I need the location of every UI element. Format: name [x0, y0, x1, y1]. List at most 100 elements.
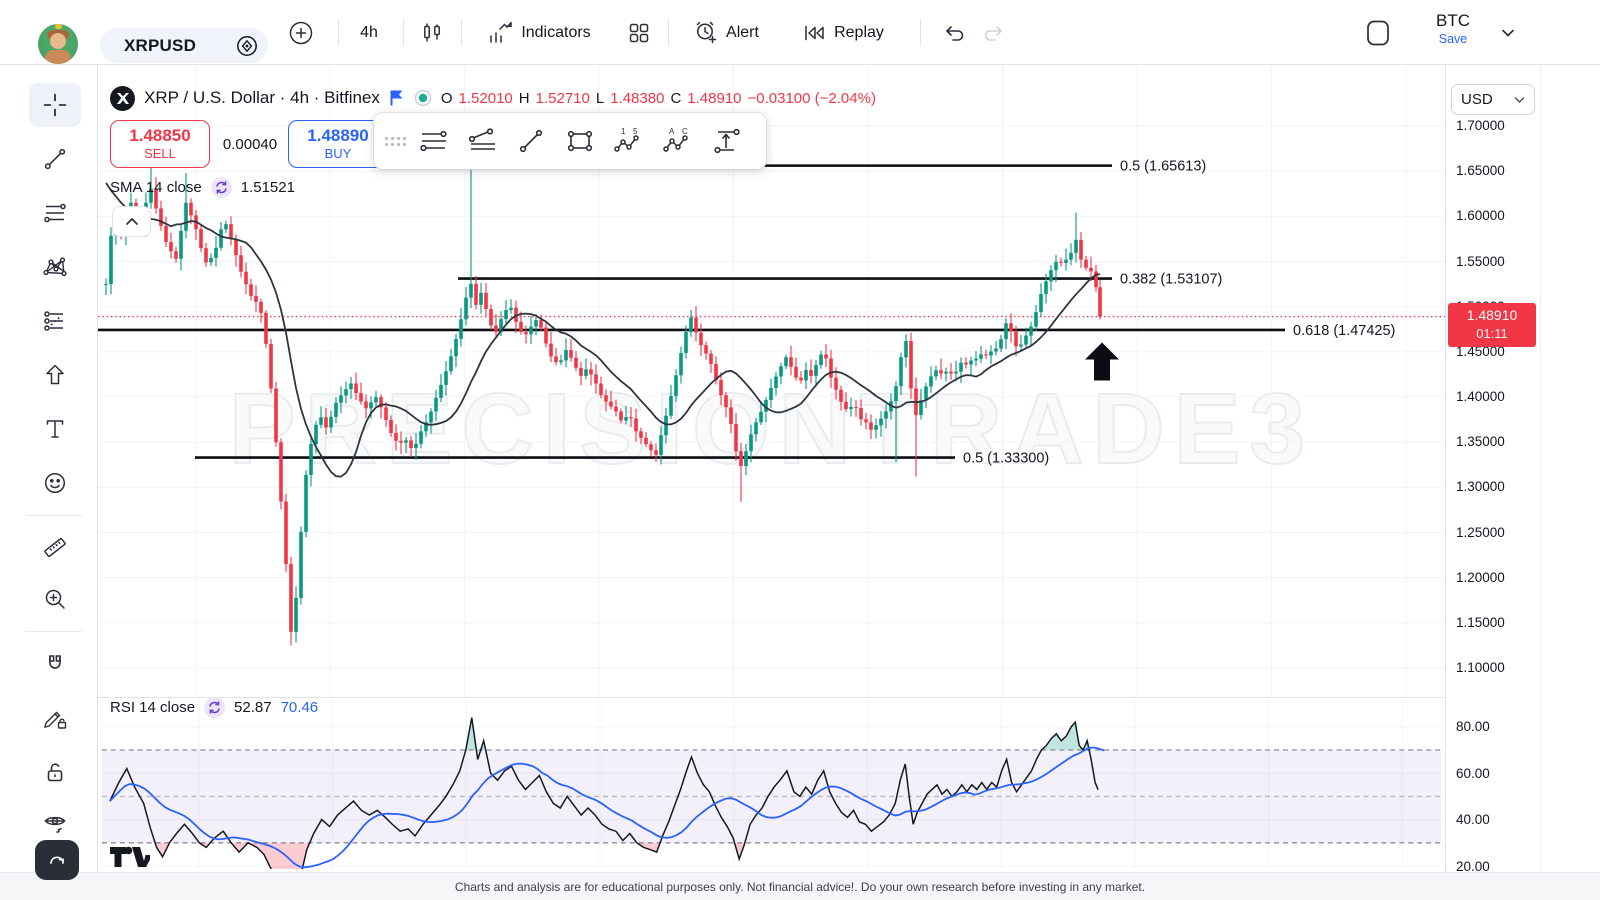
price-axis[interactable]: USD 1.700001.650001.600001.550001.500001…	[1445, 65, 1600, 872]
indicators-button[interactable]: Indicators	[474, 0, 604, 65]
rsi-sync-icon[interactable]	[204, 697, 225, 718]
chevron-up-icon	[125, 217, 139, 226]
rsi-title: RSI 14 close	[110, 699, 195, 716]
low-value: 1.48380	[610, 90, 664, 107]
undo-button[interactable]	[936, 0, 972, 65]
divider	[26, 631, 82, 632]
unlock-icon	[42, 760, 68, 786]
user-avatar[interactable]	[38, 24, 78, 64]
timeframe-button[interactable]: 4h	[348, 0, 390, 65]
drawing-mode-button[interactable]	[29, 697, 81, 741]
save-button[interactable]: Save	[1436, 32, 1470, 46]
change-value: −0.03100 (−2.04%)	[748, 90, 876, 107]
replay-button[interactable]: Replay	[793, 0, 893, 65]
trend-line-icon	[42, 146, 68, 172]
tradingview-logo[interactable]	[108, 841, 150, 873]
candlestick-icon	[420, 21, 444, 45]
fib-levels[interactable]: 0.5 (1.65613) 0.382 (1.53107) 0.618 (1.474…	[98, 159, 1395, 467]
svg-text:0.382 (1.53107): 0.382 (1.53107)	[1120, 272, 1222, 288]
lock-drawings-button[interactable]	[29, 751, 81, 795]
divider	[26, 515, 82, 516]
xabcd-pattern-tool-button[interactable]	[29, 245, 81, 289]
projection-tool-button[interactable]	[29, 299, 81, 343]
svg-text:0.5 (1.65613): 0.5 (1.65613)	[1120, 159, 1206, 175]
symbol-title[interactable]: XRP / U.S. Dollar · 4h · Bitfinex	[144, 88, 380, 108]
add-symbol-button[interactable]	[283, 0, 319, 65]
arrow-up-marker[interactable]	[1085, 342, 1119, 380]
sma-value: 1.51521	[241, 179, 295, 196]
price-tick: 1.35000	[1456, 434, 1505, 449]
symbol-search-button[interactable]: XRPUSD	[100, 28, 268, 63]
projection-icon	[42, 308, 68, 334]
rsi-legend: RSI 14 close 52.87 70.46	[110, 697, 318, 718]
zoom-in-tool-button[interactable]	[29, 577, 81, 621]
elliott-wave-tool[interactable]: 15	[604, 117, 653, 165]
currency-chevron[interactable]	[1490, 0, 1526, 65]
fullscreen-button[interactable]	[1358, 0, 1398, 65]
sma-legend: SMA 14 close 1.51521	[110, 177, 295, 198]
buy-price: 1.48890	[289, 126, 387, 145]
text-icon	[42, 416, 68, 442]
quick-action-bubble[interactable]	[35, 840, 79, 880]
redo-button[interactable]	[976, 0, 1012, 65]
curved-arrow-icon	[47, 850, 67, 870]
sell-price: 1.48850	[111, 126, 209, 145]
undo-icon	[942, 21, 966, 45]
trend-line-tool-button[interactable]	[29, 137, 81, 181]
pencil-lock-icon	[42, 706, 68, 732]
chevron-down-icon	[1501, 28, 1515, 38]
sell-button[interactable]: 1.48850 SELL	[110, 120, 210, 168]
floating-drawing-toolbar: 15 AC	[374, 113, 766, 169]
long-position-tool[interactable]	[702, 117, 751, 165]
abcd-pattern-tool[interactable]: AC	[653, 117, 702, 165]
maximize-icon	[1364, 18, 1392, 48]
rectangle-tool[interactable]	[555, 117, 604, 165]
buy-button[interactable]: 1.48890 BUY	[288, 120, 388, 168]
text-tool-button[interactable]	[29, 407, 81, 451]
indicators-icon	[487, 20, 513, 46]
smiley-icon	[42, 470, 68, 496]
layout-grid-button[interactable]	[620, 0, 658, 65]
magnet-icon	[42, 652, 68, 678]
sma-sync-icon[interactable]	[211, 177, 232, 198]
currency-unit-dropdown[interactable]: USD	[1451, 84, 1535, 115]
price-tick: 1.10000	[1456, 660, 1505, 675]
emoji-tool-button[interactable]	[29, 461, 81, 505]
horizontal-ray-tool[interactable]	[408, 117, 457, 165]
bar-countdown: 01:11	[1448, 325, 1536, 342]
alert-button[interactable]: Alert	[682, 0, 770, 65]
fib-retracement-tool-button[interactable]	[29, 191, 81, 235]
zoom-in-icon	[42, 586, 68, 612]
replay-icon	[802, 21, 826, 45]
flag-icon[interactable]	[389, 89, 405, 107]
price-tick: 1.40000	[1456, 389, 1505, 404]
parallel-channel-tool[interactable]	[457, 117, 506, 165]
toolbar-drag-handle[interactable]	[382, 137, 408, 146]
hide-drawings-button[interactable]	[29, 801, 81, 845]
price-tick: 1.15000	[1456, 615, 1505, 630]
disclaimer-bar: Charts and analysis are for educational …	[0, 872, 1600, 900]
rsi-tick: 40.00	[1456, 812, 1490, 827]
collapse-legend-button[interactable]	[112, 206, 151, 237]
svg-text:1: 1	[621, 127, 626, 136]
layout-grid-icon	[627, 21, 651, 45]
crosshair-tool-button[interactable]	[29, 83, 81, 127]
measure-tool-button[interactable]	[29, 525, 81, 569]
trend-line-tool[interactable]	[506, 117, 555, 165]
svg-text:0.618 (1.47425): 0.618 (1.47425)	[1293, 323, 1395, 339]
quote-currency-dropdown[interactable]: BTC Save	[1436, 11, 1470, 46]
open-value: 1.52010	[459, 90, 513, 107]
chevron-down-icon	[1514, 96, 1525, 104]
drawing-sidebar	[0, 65, 98, 872]
price-tick: 1.55000	[1456, 254, 1505, 269]
svg-text:C: C	[682, 127, 688, 136]
rsi-chart-pane[interactable]	[98, 697, 1445, 869]
price-tick: 1.30000	[1456, 479, 1505, 494]
trading-app: PRECISIONTRADE3 0.5 (1.65613)0.382 (1.53…	[0, 0, 1600, 900]
arrow-up-icon	[42, 362, 68, 388]
high-value: 1.52710	[536, 90, 590, 107]
disclaimer-text: Charts and analysis are for educational …	[455, 880, 1145, 894]
chart-style-button[interactable]	[412, 0, 452, 65]
magnet-mode-button[interactable]	[29, 643, 81, 687]
arrow-marker-tool-button[interactable]	[29, 353, 81, 397]
